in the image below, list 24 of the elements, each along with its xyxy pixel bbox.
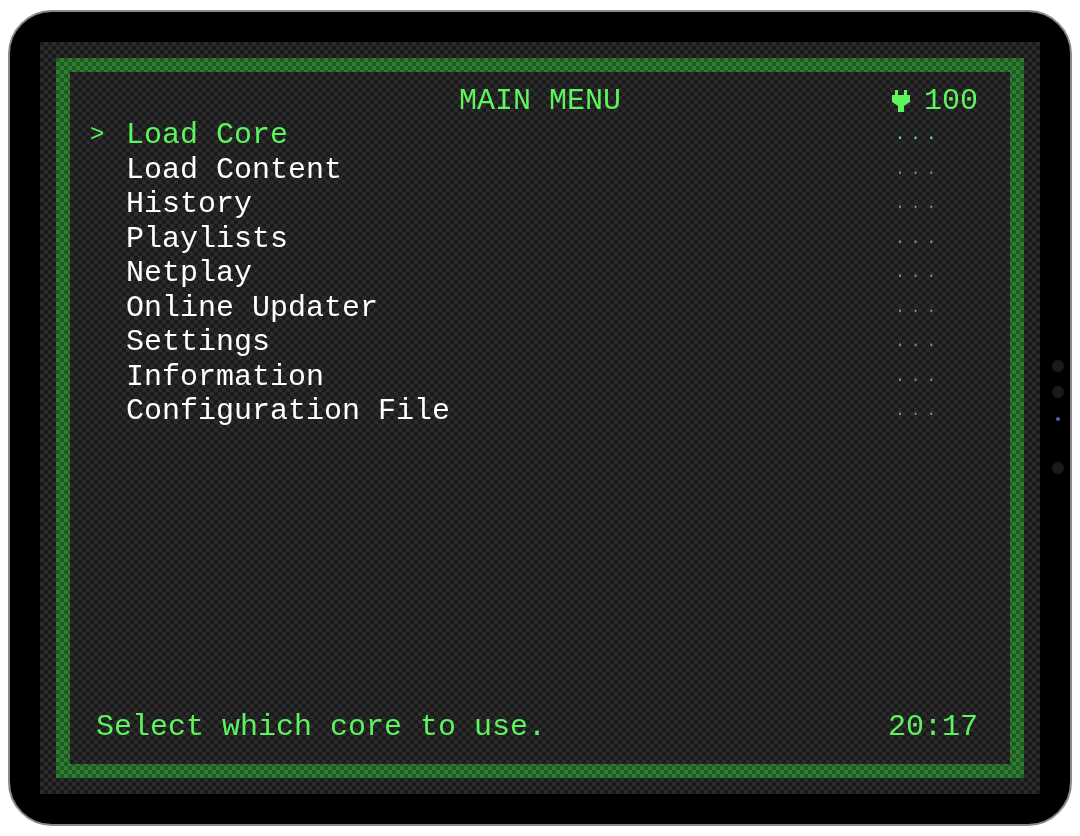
item-value: ... <box>895 332 942 353</box>
selection-cursor: > <box>90 120 106 150</box>
menu-item[interactable]: Netplay <box>126 256 253 291</box>
menu-item[interactable]: Load Content <box>126 152 343 187</box>
item-value: ... <box>895 228 942 250</box>
menu-title: MAIN MENU <box>459 83 621 119</box>
item-value: ... <box>895 297 942 319</box>
menu-item[interactable]: Settings <box>126 325 271 360</box>
menu-item[interactable]: History <box>126 187 253 222</box>
clock: 20:17 <box>888 709 978 744</box>
item-value: ... <box>895 125 942 146</box>
battery-level: 100 <box>924 84 978 119</box>
item-value: ... <box>895 194 942 215</box>
help-text: Select which core to use. <box>96 709 547 744</box>
menu-item[interactable]: Information <box>126 359 325 394</box>
item-value: ... <box>895 401 942 422</box>
item-value: ... <box>895 366 942 388</box>
item-value: ... <box>895 159 942 181</box>
menu-item[interactable]: Playlists <box>126 221 289 256</box>
camera-light <box>1056 417 1060 421</box>
menu-item[interactable]: Configuration File <box>126 394 451 429</box>
item-value: ... <box>895 263 942 284</box>
menu-item[interactable]: Load Core <box>126 118 289 153</box>
menu-item[interactable]: Online Updater <box>126 290 379 325</box>
